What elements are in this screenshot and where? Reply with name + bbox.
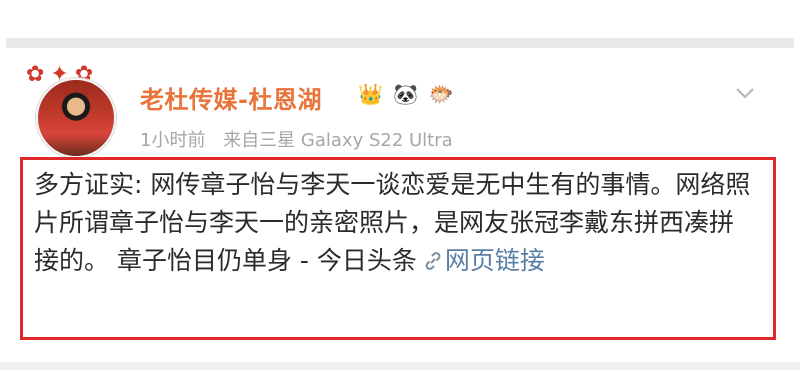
post-body: 多方证实: 网传章子怡与李天一谈恋爱是无中生有的事情。网络照片所谓章子怡与李天一…	[34, 166, 754, 280]
panda-badge-icon[interactable]: 🐼	[393, 80, 418, 108]
post-username[interactable]: 老杜传媒-杜恩湖	[140, 80, 322, 115]
post-time: 1小时前	[140, 130, 206, 151]
top-spacer	[0, 0, 800, 38]
feed-divider	[6, 38, 794, 48]
feed-divider-bottom	[0, 362, 800, 370]
user-badges: 👑 🐼 🐡	[358, 80, 457, 108]
web-link[interactable]: 网页链接	[445, 246, 545, 275]
fish-badge-icon[interactable]: 🐡	[429, 80, 454, 108]
crown-badge-icon[interactable]: 👑	[358, 80, 383, 108]
post-text: 多方证实: 网传章子怡与李天一谈恋爱是无中生有的事情。网络照片所谓章子怡与李天一…	[34, 170, 751, 275]
avatar[interactable]: ✿✦✿	[26, 60, 122, 158]
avatar-image	[36, 78, 116, 158]
chevron-down-icon[interactable]	[734, 82, 756, 104]
link-icon	[425, 252, 441, 270]
post-source: 来自三星 Galaxy S22 Ultra	[223, 130, 453, 151]
post-meta: 1小时前 来自三星 Galaxy S22 Ultra	[140, 126, 453, 152]
